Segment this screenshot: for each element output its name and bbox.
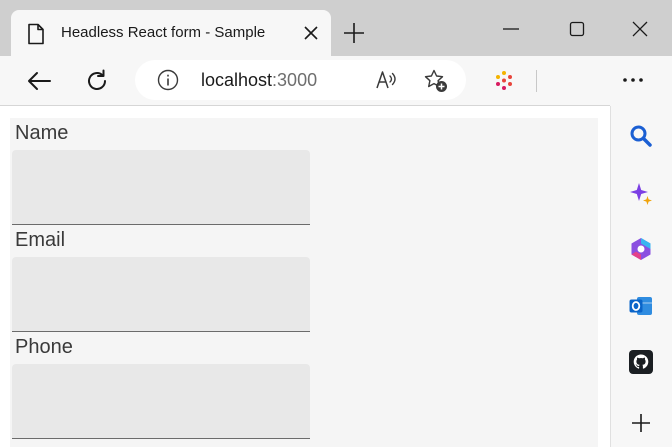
reload-icon [88, 69, 106, 90]
read-aloud-icon[interactable] [375, 69, 399, 91]
url-host: localhost [201, 70, 273, 90]
extension-icon[interactable] [491, 68, 517, 94]
github-icon[interactable] [628, 349, 654, 375]
info-icon[interactable] [157, 69, 179, 91]
reload-button[interactable] [82, 66, 112, 96]
new-tab-button[interactable] [343, 22, 365, 44]
back-button[interactable] [24, 66, 54, 96]
outlook-icon[interactable] [628, 293, 654, 319]
sample-form: Name Email Phone [10, 118, 598, 447]
document-icon [28, 23, 44, 45]
search-icon[interactable] [628, 123, 654, 149]
more-icon[interactable] [618, 70, 648, 90]
title-bar: Headless React form - Sample [0, 0, 672, 56]
browser-tab[interactable]: Headless React form - Sample [11, 10, 331, 56]
email-label: Email [15, 229, 66, 251]
edge-sidebar [610, 106, 672, 447]
address-bar[interactable]: localhost:3000 [135, 60, 466, 100]
close-icon[interactable] [302, 24, 320, 42]
minimize-icon[interactable] [500, 18, 522, 40]
toolbar-divider [536, 70, 537, 92]
name-input[interactable] [12, 150, 310, 225]
maximize-icon[interactable] [566, 18, 588, 40]
add-favorite-icon[interactable] [423, 68, 449, 94]
back-arrow-icon [28, 72, 51, 90]
tab-title: Headless React form - Sample [61, 24, 266, 41]
email-input[interactable] [12, 257, 310, 332]
browser-toolbar: localhost:3000 [0, 56, 672, 106]
page-content: Name Email Phone [0, 106, 610, 447]
microsoft-365-icon[interactable] [628, 236, 654, 262]
close-icon[interactable] [629, 18, 651, 40]
name-label: Name [15, 122, 69, 144]
copilot-icon[interactable] [628, 181, 654, 207]
url-port: :3000 [272, 70, 318, 90]
url-text: localhost:3000 [201, 70, 317, 91]
add-icon[interactable] [628, 410, 654, 436]
phone-label: Phone [15, 336, 73, 358]
phone-input[interactable] [12, 364, 310, 439]
